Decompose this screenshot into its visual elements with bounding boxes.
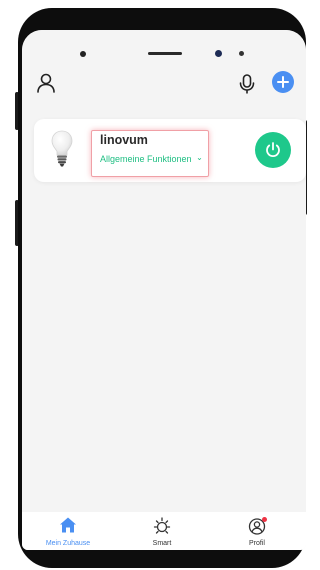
sun-icon [152,516,172,541]
user-icon[interactable] [34,71,58,95]
tab-label: Mein Zuhause [45,540,91,547]
add-device-button[interactable] [272,71,294,93]
secondary-sensor [239,51,244,56]
earpiece-speaker [148,52,182,55]
functions-dropdown[interactable]: Allgemeine Funktionen ⌄ [100,153,203,164]
home-icon [59,516,77,539]
profile-icon [247,516,267,541]
tab-profil[interactable]: Profil [227,512,287,550]
functions-label: Allgemeine Funktionen [100,154,192,164]
notification-badge [262,517,267,522]
app-screen: linovum Allgemeine Funktionen ⌄ Mein Zuh… [22,30,306,550]
light-bulb-icon [50,129,74,169]
tab-smart[interactable]: Smart [132,512,192,550]
device-card[interactable]: linovum Allgemeine Funktionen ⌄ [34,119,306,182]
power-toggle-button[interactable] [255,132,291,168]
bottom-navigation: Mein Zuhause Smart Profil [22,512,306,550]
tab-mein-zuhause[interactable]: Mein Zuhause [38,512,98,550]
top-bar [22,30,306,110]
proximity-sensor [80,51,86,57]
tab-label: Smart [152,540,172,547]
tab-label: Profil [249,540,265,547]
front-camera [215,50,222,57]
power-icon [266,142,280,157]
chevron-down-icon: ⌄ [196,153,203,162]
microphone-icon[interactable] [236,72,258,96]
device-name[interactable]: linovum [100,133,148,147]
plus-icon [277,76,289,88]
